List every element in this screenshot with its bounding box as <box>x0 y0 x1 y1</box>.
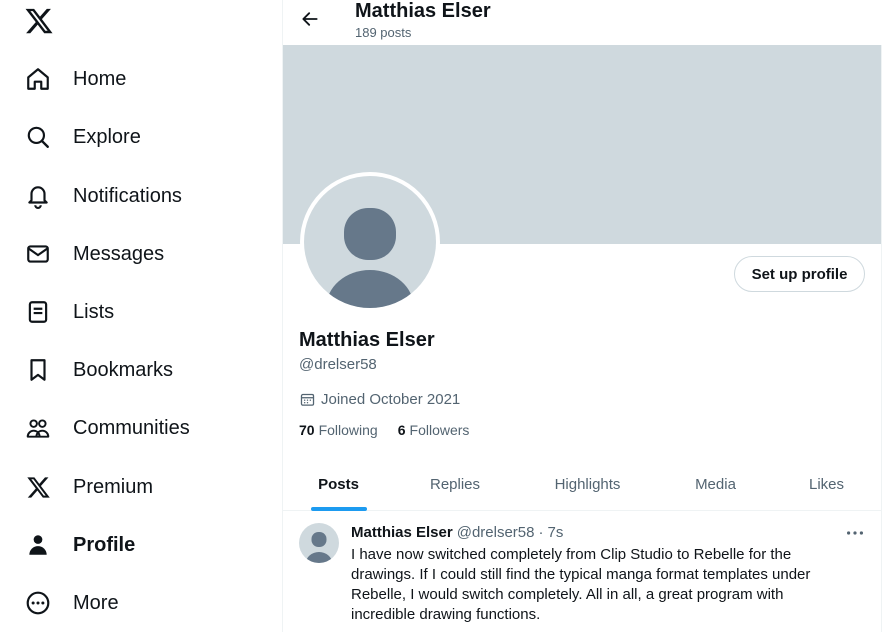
list-icon <box>24 298 52 326</box>
nav-label: Communities <box>73 416 190 439</box>
person-icon <box>24 531 52 559</box>
tab-media[interactable]: Media <box>659 458 772 511</box>
profile-header: Matthias Elser 189 posts <box>283 0 882 45</box>
nav-label: Messages <box>73 242 165 265</box>
tab-replies[interactable]: Replies <box>394 458 516 511</box>
joined-date: Joined October 2021 <box>299 391 460 408</box>
bell-icon <box>24 182 52 210</box>
envelope-icon <box>24 240 52 268</box>
nav-item-bookmarks[interactable]: Bookmarks <box>24 350 173 390</box>
bookmark-icon <box>24 356 52 384</box>
separator-dot: · <box>538 524 544 541</box>
tab-label: Posts <box>318 476 359 493</box>
post-item[interactable]: Matthias Elser @drelser58 · 7s I have no… <box>283 511 881 632</box>
tab-label: Highlights <box>554 476 621 493</box>
followers-count: 6 <box>397 422 406 438</box>
nav-label: Premium <box>73 475 154 498</box>
nav-item-profile[interactable]: Profile <box>24 525 135 565</box>
post-count: 189 posts <box>355 25 412 40</box>
post-handle[interactable]: @drelser58 <box>457 524 535 541</box>
profile-column: Matthias Elser 189 posts Set up profile … <box>282 0 882 632</box>
nav-item-lists[interactable]: Lists <box>24 292 114 332</box>
tab-label: Media <box>695 476 736 493</box>
more-options-icon[interactable] <box>843 523 867 543</box>
profile-tabs: Posts Replies Highlights Media Likes <box>283 458 881 511</box>
avatar[interactable] <box>300 172 440 312</box>
nav-item-more[interactable]: More <box>24 583 119 623</box>
nav-item-messages[interactable]: Messages <box>24 234 164 274</box>
tab-likes[interactable]: Likes <box>772 458 881 511</box>
follow-stats: 70 Following 6 Followers <box>299 422 489 438</box>
back-arrow-icon[interactable] <box>297 6 323 32</box>
tab-posts[interactable]: Posts <box>283 458 394 511</box>
following-label: Following <box>318 422 378 438</box>
nav-label: Lists <box>73 300 115 323</box>
default-avatar-icon <box>304 176 436 308</box>
nav-item-notifications[interactable]: Notifications <box>24 176 182 216</box>
tab-label: Likes <box>808 476 845 493</box>
home-icon <box>24 65 52 93</box>
nav-label: Bookmarks <box>73 358 174 381</box>
nav-label: More <box>73 591 119 614</box>
tab-highlights[interactable]: Highlights <box>516 458 659 511</box>
nav-item-communities[interactable]: Communities <box>24 408 190 448</box>
nav-item-home[interactable]: Home <box>24 59 126 99</box>
post-author[interactable]: Matthias Elser <box>351 524 453 541</box>
header-title: Matthias Elser <box>355 0 491 22</box>
profile-name: Matthias Elser <box>299 329 435 351</box>
nav-item-explore[interactable]: Explore <box>24 117 141 157</box>
more-circle-icon <box>24 589 52 617</box>
x-logo-icon[interactable] <box>24 6 54 36</box>
nav-label: Home <box>73 67 127 90</box>
nav-label: Notifications <box>73 184 182 207</box>
x-logo-icon <box>24 473 52 501</box>
avatar[interactable] <box>299 523 339 563</box>
post-text: I have now switched completely from Clip… <box>351 546 811 623</box>
post-header: Matthias Elser @drelser58 · 7s <box>351 524 563 541</box>
nav-label: Explore <box>73 125 141 148</box>
followers-label: Followers <box>409 422 470 438</box>
joined-text: Joined October 2021 <box>321 391 461 408</box>
profile-handle: @drelser58 <box>299 356 377 373</box>
followers-link[interactable]: 6 Followers <box>398 422 470 438</box>
tab-label: Replies <box>429 476 481 493</box>
following-link[interactable]: 70 Following <box>299 422 378 438</box>
nav-label: Profile <box>73 533 136 556</box>
post-time[interactable]: 7s <box>547 524 563 541</box>
calendar-icon <box>299 391 316 408</box>
sidebar: Home Explore Notifications Messages List… <box>0 0 282 632</box>
search-icon <box>24 123 52 151</box>
set-up-profile-button[interactable]: Set up profile <box>734 256 865 292</box>
nav-item-premium[interactable]: Premium <box>24 467 153 507</box>
following-count: 70 <box>299 422 315 438</box>
people-icon <box>24 414 52 442</box>
